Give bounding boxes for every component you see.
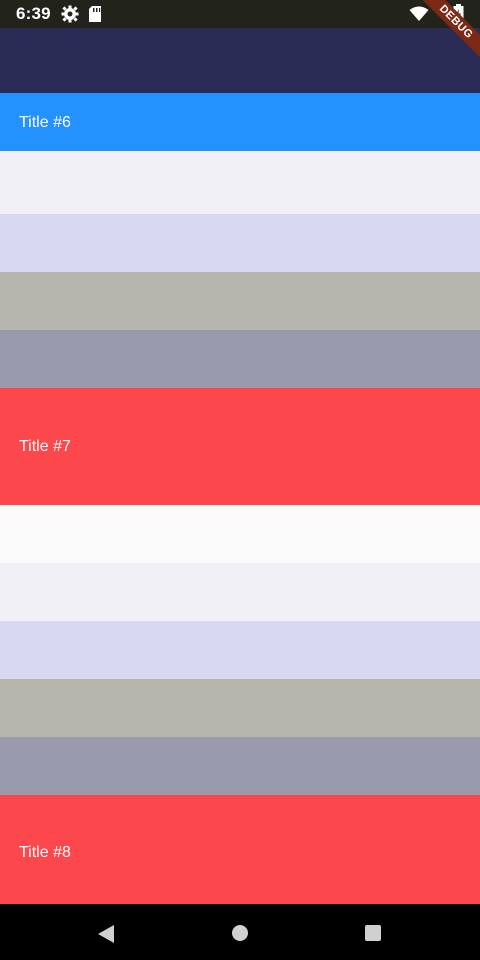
recents-icon[interactable] bbox=[364, 924, 382, 947]
list-tile-title-6[interactable]: Title #6 bbox=[0, 93, 480, 151]
scroll-list[interactable]: Title #6 Title #7 Title #8 bbox=[0, 28, 480, 912]
back-icon[interactable] bbox=[97, 924, 115, 949]
sd-card-icon bbox=[88, 5, 102, 28]
status-time: 6:39 bbox=[16, 4, 51, 23]
color-band bbox=[0, 214, 480, 272]
status-bar: 6:39 bbox=[0, 0, 480, 28]
color-band bbox=[0, 679, 480, 737]
color-band bbox=[0, 737, 480, 795]
tile-title: Title #8 bbox=[19, 844, 71, 861]
list-tile-title-7[interactable]: Title #7 bbox=[0, 388, 480, 505]
color-band bbox=[0, 505, 480, 563]
gear-icon bbox=[61, 5, 79, 28]
tile-title: Title #7 bbox=[19, 438, 71, 455]
color-band bbox=[0, 621, 480, 679]
color-band bbox=[0, 28, 480, 93]
navigation-bar bbox=[0, 904, 480, 960]
color-band bbox=[0, 563, 480, 621]
list-tile-title-8[interactable]: Title #8 bbox=[0, 795, 480, 912]
color-band bbox=[0, 151, 480, 214]
color-band bbox=[0, 330, 480, 388]
home-icon[interactable] bbox=[231, 924, 249, 947]
color-band bbox=[0, 272, 480, 330]
tile-title: Title #6 bbox=[19, 114, 71, 131]
wifi-icon bbox=[409, 6, 429, 27]
